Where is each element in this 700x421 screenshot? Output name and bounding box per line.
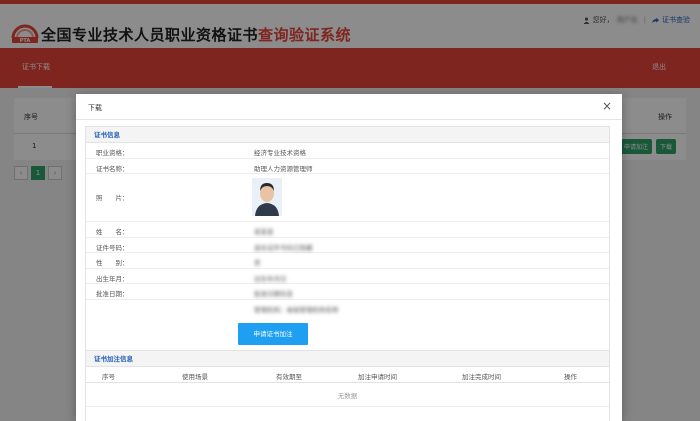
field-label: 批准日期： [96, 290, 129, 298]
field-value: 经济专业技术资格 [254, 149, 306, 157]
field-value: 某某某 [254, 228, 274, 236]
info-row-photo: 照 片： [86, 174, 609, 222]
field-value: 身份证件号码已隐藏 [254, 243, 313, 252]
field-value: 管理机构：省级管理机构名称 [254, 305, 339, 314]
info-row-birth: 出生年月： 出生年月日 [86, 269, 609, 284]
download-modal: 下载 × 证书信息 职业资格： 经济专业技术资格 证书名称： 助理人力资源管理师… [76, 94, 622, 421]
column-header: 操作 [564, 373, 577, 381]
column-header: 加注完成时间 [462, 373, 501, 381]
field-label: 照 片： [96, 194, 129, 202]
modal-title: 下载 [88, 104, 102, 112]
field-label: 职业资格： [96, 149, 129, 157]
field-label: 出生年月： [96, 274, 129, 283]
certificate-info-heading: 证书信息 [86, 127, 609, 143]
field-value: 男 [254, 259, 261, 267]
certificate-note-heading: 证书加注信息 [86, 351, 609, 367]
field-label: 性 别： [96, 259, 129, 267]
field-value: 出生年月日 [254, 274, 287, 283]
info-row-qualification: 职业资格： 经济专业技术资格 [86, 143, 609, 159]
close-icon[interactable]: × [602, 99, 612, 113]
apply-certificate-note-button[interactable]: 申请证书加注 [238, 323, 308, 345]
id-photo [252, 178, 282, 216]
note-table-header: 序号 使用场景 有效期至 加注申请时间 加注完成时间 操作 [86, 367, 609, 383]
column-header: 有效期至 [276, 373, 302, 381]
info-row-cert-name: 证书名称： 助理人力资源管理师 [86, 159, 609, 174]
info-row-authority: 管理机构：省级管理机构名称 [86, 300, 609, 316]
info-row-approval-date: 批准日期： 批准日期信息 [86, 284, 609, 300]
field-label: 证件号码： [96, 243, 129, 252]
column-header: 加注申请时间 [358, 373, 397, 381]
field-label: 姓 名： [96, 228, 129, 236]
field-value: 批准日期信息 [254, 290, 293, 298]
info-row-name: 姓 名： 某某某 [86, 222, 609, 238]
info-row-id-number: 证件号码： 身份证件号码已隐藏 [86, 238, 609, 253]
person-photo-icon [252, 178, 282, 216]
field-label: 证书名称： [96, 164, 129, 173]
certificate-note-panel: 证书加注信息 序号 使用场景 有效期至 加注申请时间 加注完成时间 操作 无数据 [85, 350, 610, 421]
column-header: 序号 [102, 373, 115, 381]
field-value: 助理人力资源管理师 [254, 164, 313, 173]
column-header: 使用场景 [182, 373, 208, 381]
info-row-gender: 性 别： 男 [86, 253, 609, 269]
modal-divider [76, 119, 622, 120]
empty-state: 无数据 [86, 385, 609, 407]
